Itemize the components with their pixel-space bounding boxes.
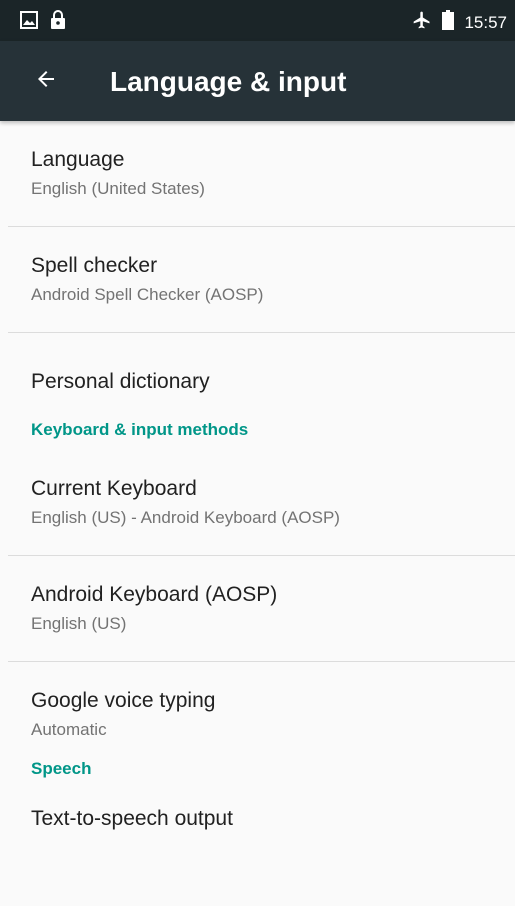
android-keyboard-summary: English (US) [31,614,127,633]
spell-checker-item[interactable]: Spell checker Android Spell Checker (AOS… [0,227,515,332]
status-time: 15:57 [464,12,507,32]
keyboard-category-header: Keyboard & input methods [31,420,249,439]
text-to-speech-title: Text-to-speech output [31,807,233,830]
lock-icon [50,10,66,35]
personal-dictionary-title: Personal dictionary [31,370,210,393]
current-keyboard-item[interactable]: Current Keyboard English (US) - Android … [0,464,515,555]
status-bar: 15:57 [0,0,515,41]
google-voice-typing-title: Google voice typing [31,689,216,712]
image-icon [20,11,38,34]
android-keyboard-item[interactable]: Android Keyboard (AOSP) English (US) [0,556,515,661]
spell-checker-title: Spell checker [31,254,158,277]
page-title: Language & input [110,66,347,97]
google-voice-typing-summary: Automatic [31,720,107,739]
back-button[interactable] [26,61,66,101]
language-item[interactable]: Language English (United States) [0,121,515,226]
airplane-icon [412,10,432,35]
arrow-back-icon [34,67,58,96]
language-summary: English (United States) [31,179,205,198]
status-right-icons: 15:57 [412,10,507,35]
status-left-icons [20,10,66,35]
settings-list: Language English (United States) Spell c… [0,121,515,884]
app-bar: Language & input [0,41,515,121]
battery-icon [442,10,455,35]
android-keyboard-title: Android Keyboard (AOSP) [31,583,278,606]
current-keyboard-title: Current Keyboard [31,477,197,500]
google-voice-typing-item[interactable]: Google voice typing Automatic [0,662,515,758]
personal-dictionary-item[interactable]: Personal dictionary [0,333,515,419]
language-title: Language [31,148,125,171]
current-keyboard-summary: English (US) - Android Keyboard (AOSP) [31,508,340,527]
speech-category-header: Speech [31,759,92,778]
spell-checker-summary: Android Spell Checker (AOSP) [31,285,264,304]
text-to-speech-item[interactable]: Text-to-speech output [0,798,515,884]
